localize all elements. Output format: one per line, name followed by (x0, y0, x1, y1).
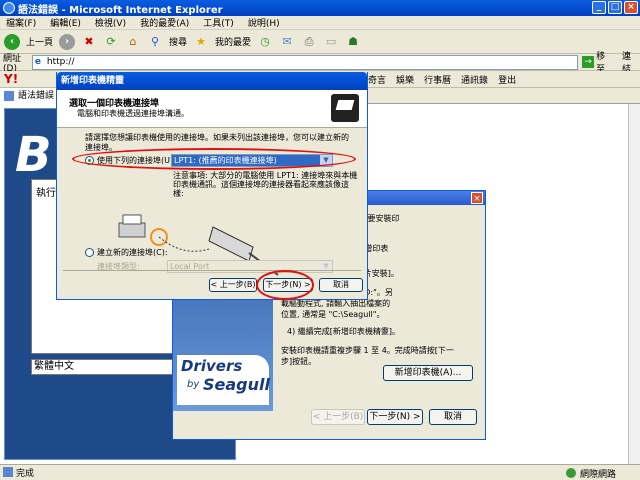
forward-arrow-icon[interactable]: › (59, 33, 76, 50)
run-label: 執行 (36, 188, 56, 199)
wizard-divider (63, 270, 361, 271)
cancel-button[interactable]: 取消 (319, 278, 363, 292)
stop-icon[interactable]: ✖ (81, 34, 97, 50)
back-button[interactable]: < 上一步(B) (209, 278, 257, 292)
seagull-back-button[interactable]: < 上一步(B) (311, 409, 365, 425)
wizard-title: 新增印表機精靈 (57, 72, 367, 90)
create-new-port-option[interactable]: 建立新的連接埠(C): (85, 247, 168, 258)
home-icon[interactable]: ⌂ (125, 34, 141, 50)
favorites-button[interactable]: 我的最愛 (215, 35, 251, 48)
seagull-cancel-button[interactable]: 取消 (429, 409, 477, 425)
search-button[interactable]: 搜尋 (169, 35, 187, 48)
menu-file[interactable]: 檔案(F) (6, 16, 36, 29)
back-arrow-icon[interactable]: ‹ (4, 33, 20, 50)
yahoo-item[interactable]: 行事曆 (424, 73, 451, 86)
page-scrollbar[interactable] (628, 104, 640, 464)
app-logo-letter: B (15, 127, 52, 183)
close-button[interactable]: × (624, 1, 638, 14)
print-icon[interactable]: ⎙ (301, 34, 317, 50)
use-existing-label: 使用下列的連接埠(U): (97, 156, 176, 165)
menu-favorites[interactable]: 我的最愛(A) (140, 16, 189, 29)
lpt-note: 注意事項: 大部分的電腦使用 LPT1: 連接埠來與本機印表機通訊。這個連接埠的… (173, 171, 358, 198)
brand-drivers: Drivers (181, 357, 243, 375)
wizard-subheading: 電腦和印表機透過連接埠溝通。 (77, 109, 189, 118)
menu-help[interactable]: 說明(H) (248, 16, 280, 29)
go-arrow-icon: → (582, 56, 595, 68)
favorites-star-icon[interactable]: ★ (193, 34, 209, 50)
brand-seagull: Seagull (203, 375, 270, 394)
printer-icon (331, 94, 359, 122)
yahoo-item[interactable]: 娛樂 (396, 73, 414, 86)
minimize-button[interactable]: _ (592, 1, 606, 14)
seagull-next-button[interactable]: 下一步(N) > (367, 409, 423, 425)
next-button[interactable]: 下一步(N) > (263, 278, 313, 292)
brand-by: by (187, 379, 200, 390)
search-icon[interactable]: ⚲ (147, 34, 163, 50)
create-new-radio[interactable] (85, 248, 94, 257)
existing-port-select[interactable]: LPT1: (推薦的印表機連接埠) (171, 154, 333, 167)
browser-title: 語法錯誤 - Microsoft Internet Explorer (18, 4, 223, 16)
menu-edit[interactable]: 編輯(E) (50, 16, 81, 29)
menu-bar: 檔案(F) 編輯(E) 檢視(V) 我的最愛(A) 工具(T) 說明(H) (0, 16, 640, 30)
mail-icon[interactable]: ✉ (279, 34, 295, 50)
menu-tools[interactable]: 工具(T) (203, 16, 234, 29)
create-new-label: 建立新的連接埠(C): (97, 248, 168, 257)
port-type-select[interactable]: Local Port (167, 260, 333, 273)
seagull-close-icon[interactable]: × (471, 192, 483, 204)
menu-view[interactable]: 檢視(V) (95, 16, 126, 29)
add-printer-button[interactable]: 新增印表機(A)... (383, 365, 473, 381)
instruction-line: 安裝印表機請重複步驟 1 至 4。完成時請按[下一 (281, 346, 454, 355)
edit-icon[interactable]: ▭ (323, 34, 339, 50)
address-bar: 網址(D) http:// → 移至 連結 (0, 52, 640, 75)
yahoo-item[interactable]: 登出 (498, 73, 516, 86)
yahoo-item[interactable]: 通訊錄 (461, 73, 488, 86)
seagull-brand-logo: Drivers by Seagull (177, 355, 270, 405)
tab-syntax-error[interactable]: 語法錯誤 (0, 87, 62, 104)
port-description: 請選擇您想讓印表機使用的連接埠。如果未列出該連接埠，您可以建立新的連接埠。 (85, 133, 349, 152)
instruction-line: 位置, 通常是 "C:\Seagull"。 (281, 310, 385, 319)
browser-toolbar: ‹ 上一頁 › ✖ ⟳ ⌂ ⚲ 搜尋 ★ 我的最愛 ◷ ✉ ⎙ ▭ ☗ (0, 30, 640, 54)
address-input[interactable]: http:// (31, 54, 579, 70)
use-existing-radio[interactable] (85, 156, 94, 165)
parallel-connector-icon (208, 226, 254, 262)
yahoo-logo[interactable]: Y! (0, 72, 28, 86)
maximize-button[interactable]: □ (608, 1, 622, 14)
status-bar: 完成 網際網路 (0, 464, 640, 480)
wizard-header: 選取一個印表機連接埠 電腦和印表機透過連接埠溝通。 (57, 90, 367, 128)
instruction-line: 4) 繼續完成[新增印表機精靈]。 (287, 327, 400, 336)
browser-title-bar: 語法錯誤 - Microsoft Internet Explorer _ □ × (0, 0, 640, 16)
history-icon[interactable]: ◷ (257, 34, 273, 50)
yahoo-item[interactable]: 奇言 (368, 73, 386, 86)
internet-zone: 網際網路 (565, 467, 616, 480)
back-button[interactable]: 上一頁 (26, 35, 53, 48)
status-text: 完成 (0, 466, 34, 479)
refresh-icon[interactable]: ⟳ (103, 34, 119, 50)
add-printer-wizard: 新增印表機精靈 選取一個印表機連接埠 電腦和印表機透過連接埠溝通。 請選擇您想讓… (56, 72, 368, 300)
messenger-icon[interactable]: ☗ (345, 34, 361, 50)
use-existing-port-option[interactable]: 使用下列的連接埠(U): (85, 155, 176, 166)
printer-illustration-icon (118, 222, 146, 238)
ie-logo-icon (3, 2, 15, 14)
